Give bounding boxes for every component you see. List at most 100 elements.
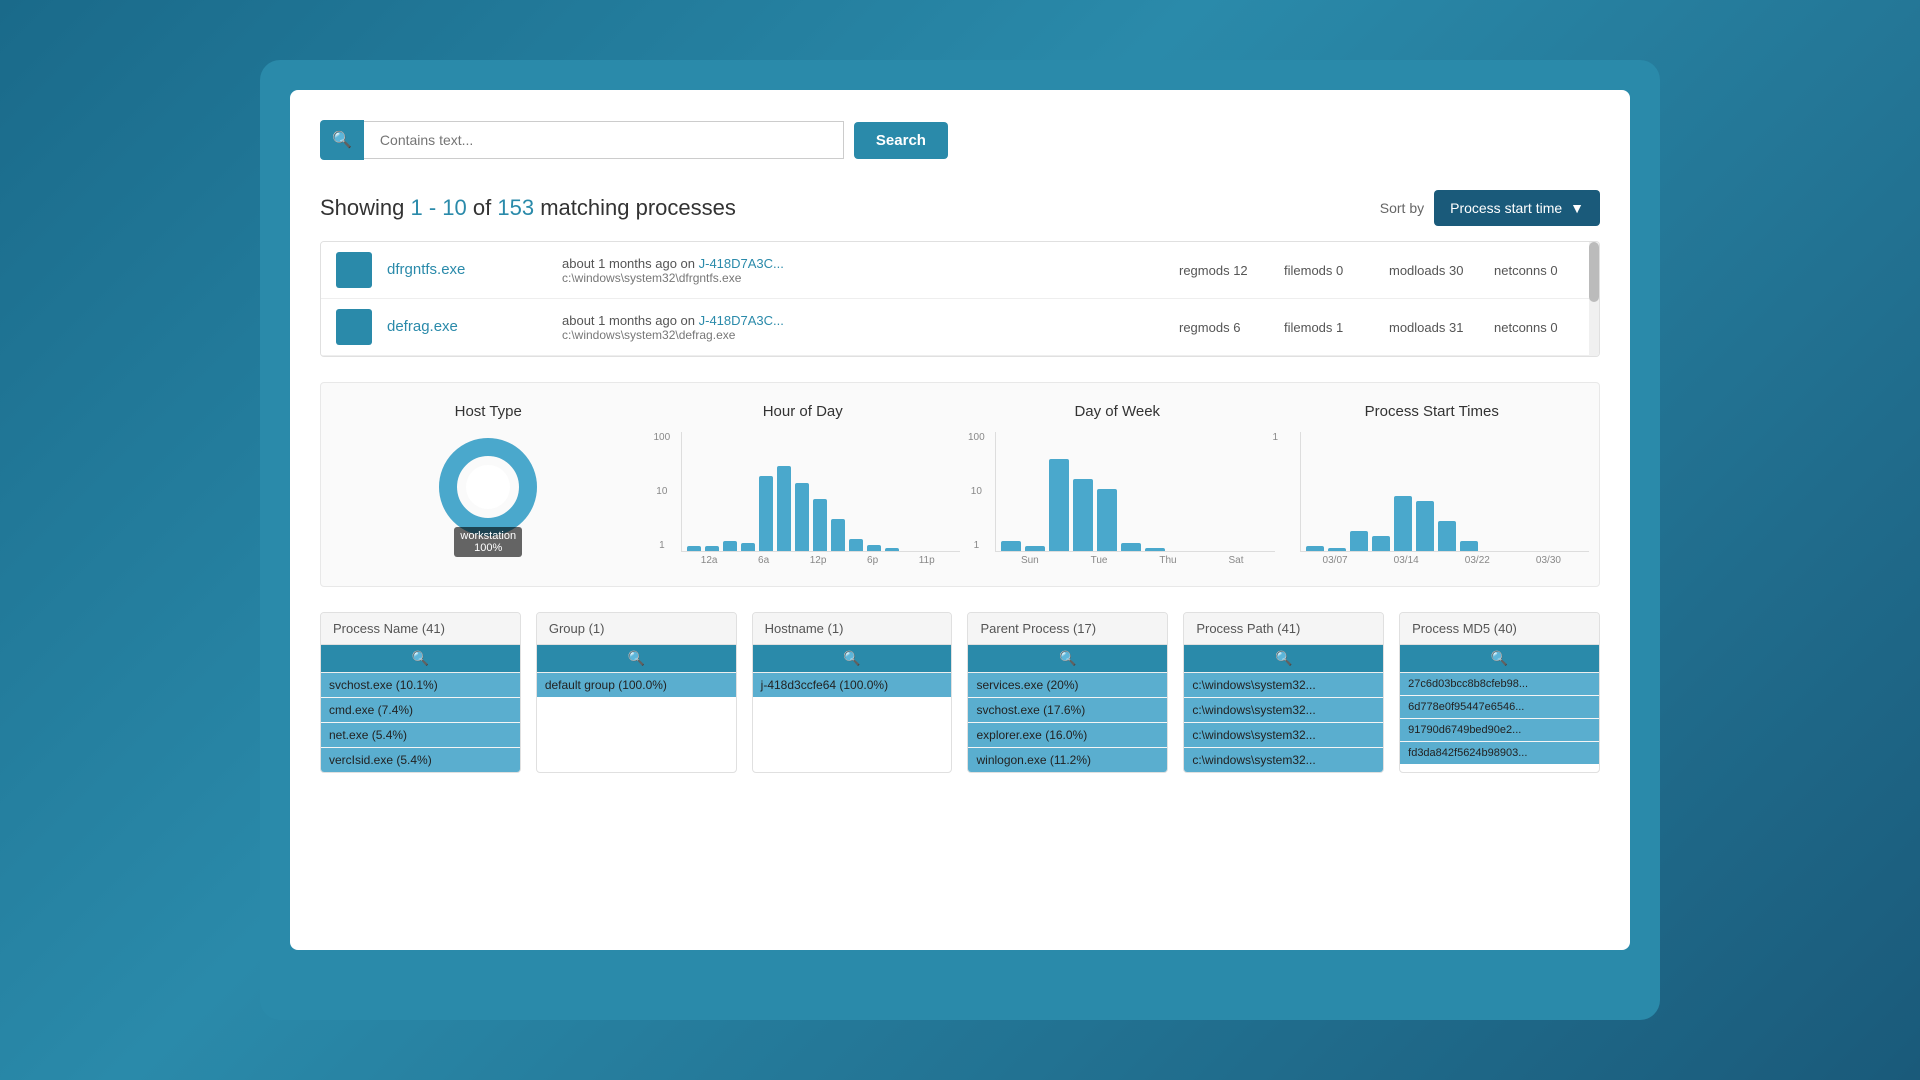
table-row[interactable]: dfrgntfs.exe about 1 months ago on J-418…: [321, 242, 1599, 299]
day-of-week-bar-inner: 100101: [995, 432, 1275, 552]
process-time: about 1 months ago on J-418D7A3C...: [562, 256, 1164, 271]
results-range: 1 - 10: [411, 195, 467, 220]
filter-item[interactable]: svchost.exe (17.6%): [968, 698, 1167, 723]
parent-process-items: services.exe (20%) svchost.exe (17.6%) e…: [968, 673, 1167, 772]
group-search[interactable]: 🔍: [537, 645, 736, 673]
netconns-stat: netconns 0: [1494, 320, 1584, 335]
filter-search-icon: 🔍: [412, 650, 429, 667]
bar: [723, 541, 737, 551]
host-link[interactable]: J-418D7A3C...: [699, 256, 784, 271]
of-label: of: [473, 195, 491, 220]
filter-item[interactable]: j-418d3ccfe64 (100.0%): [753, 673, 952, 697]
filter-item[interactable]: winlogon.exe (11.2%): [968, 748, 1167, 772]
results-count: 153: [497, 195, 534, 220]
search-button[interactable]: Search: [854, 122, 948, 159]
hour-x-labels: 12a6a12p6p11p: [646, 552, 961, 566]
pst-bar-inner: 1: [1300, 432, 1590, 552]
process-start-times-title: Process Start Times: [1275, 403, 1590, 420]
hour-of-day-bar-inner: 100101: [681, 432, 961, 552]
bar: [795, 483, 809, 551]
search-input[interactable]: [364, 121, 844, 159]
filter-item[interactable]: c:\windows\system32...: [1184, 748, 1383, 772]
pst-bars: 1 03/0703/1403/220: [1275, 432, 1590, 566]
results-suffix: matching processes: [540, 195, 736, 220]
scrollbar-thumb[interactable]: [1589, 242, 1599, 302]
sort-dropdown[interactable]: Process start time ▼: [1434, 190, 1600, 226]
process-name-header: Process Name (41): [321, 613, 520, 645]
hostname-header: Hostname (1): [753, 613, 952, 645]
process-name-link[interactable]: dfrgntfs.exe: [387, 261, 465, 278]
bar: [687, 546, 701, 551]
filter-item[interactable]: explorer.exe (16.0%): [968, 723, 1167, 748]
filter-item[interactable]: 27c6d03bcc8b8cfeb98...: [1400, 673, 1599, 696]
netconns-stat: netconns 0: [1494, 263, 1584, 278]
pst-x-labels: 03/0703/1403/2203/30: [1275, 552, 1590, 566]
filter-item[interactable]: c:\windows\system32...: [1184, 698, 1383, 723]
process-path: c:\windows\system32\dfrgntfs.exe: [562, 271, 1164, 285]
parent-process-header: Parent Process (17): [968, 613, 1167, 645]
bar: [1121, 543, 1141, 551]
bar: [849, 539, 863, 551]
hour-y-labels: 100101: [654, 432, 671, 551]
filter-item[interactable]: cmd.exe (7.4%): [321, 698, 520, 723]
bar: [1001, 541, 1021, 551]
process-md5-search[interactable]: 🔍: [1400, 645, 1599, 673]
filters-section: Process Name (41) 🔍 svchost.exe (10.1%) …: [320, 612, 1600, 773]
filter-item[interactable]: services.exe (20%): [968, 673, 1167, 698]
filter-item[interactable]: 6d778e0f95447e6546...: [1400, 696, 1599, 719]
bar: [813, 499, 827, 551]
regmods-stat: regmods 6: [1179, 320, 1269, 335]
filter-item[interactable]: 91790d6749bed90e2...: [1400, 719, 1599, 742]
scrollbar-track[interactable]: [1589, 242, 1599, 356]
process-name-col: defrag.exe: [387, 318, 547, 336]
filter-item[interactable]: vercIsid.exe (5.4%): [321, 748, 520, 772]
bar: [705, 546, 719, 551]
filter-item[interactable]: net.exe (5.4%): [321, 723, 520, 748]
table-row[interactable]: defrag.exe about 1 months ago on J-418D7…: [321, 299, 1599, 356]
donut-label: workstation100%: [454, 527, 522, 557]
bar: [1306, 546, 1324, 551]
filter-item[interactable]: default group (100.0%): [537, 673, 736, 697]
bar: [1328, 548, 1346, 551]
hostname-items: j-418d3ccfe64 (100.0%): [753, 673, 952, 697]
process-table: dfrgntfs.exe about 1 months ago on J-418…: [320, 241, 1600, 357]
process-time: about 1 months ago on J-418D7A3C...: [562, 313, 1164, 328]
filter-search-icon: 🔍: [1275, 650, 1292, 667]
process-color-indicator: [336, 252, 372, 288]
modloads-stat: modloads 31: [1389, 320, 1479, 335]
bar: [777, 466, 791, 551]
filter-search-icon: 🔍: [1491, 650, 1508, 667]
bar: [867, 545, 881, 551]
bar: [1372, 536, 1390, 551]
results-header: Showing 1 - 10 of 153 matching processes…: [320, 190, 1600, 226]
filter-item[interactable]: fd3da842f5624b98903...: [1400, 742, 1599, 764]
pst-y-labels: 1: [1273, 432, 1279, 551]
filter-item[interactable]: svchost.exe (10.1%): [321, 673, 520, 698]
modloads-stat: modloads 30: [1389, 263, 1479, 278]
process-start-times-chart: Process Start Times 1: [1275, 403, 1590, 566]
day-x-labels: SunTueThuSat: [960, 552, 1275, 566]
process-name-link[interactable]: defrag.exe: [387, 318, 458, 335]
bar: [1025, 546, 1045, 551]
parent-process-search[interactable]: 🔍: [968, 645, 1167, 673]
filter-item[interactable]: c:\windows\system32...: [1184, 673, 1383, 698]
sort-value: Process start time: [1450, 200, 1562, 216]
donut-wrapper: workstation100%: [331, 432, 646, 557]
process-path-search[interactable]: 🔍: [1184, 645, 1383, 673]
search-icon-button[interactable]: 🔍: [320, 120, 364, 160]
filemods-stat: filemods 0: [1284, 263, 1374, 278]
process-md5-filter: Process MD5 (40) 🔍 27c6d03bcc8b8cfeb98..…: [1399, 612, 1600, 773]
day-y-labels: 100101: [968, 432, 985, 551]
hour-of-day-bars: 100101: [646, 432, 961, 566]
hour-of-day-chart: Hour of Day 100101: [646, 403, 961, 566]
filter-item[interactable]: c:\windows\system32...: [1184, 723, 1383, 748]
process-name-search[interactable]: 🔍: [321, 645, 520, 673]
process-path-filter: Process Path (41) 🔍 c:\windows\system32.…: [1183, 612, 1384, 773]
hour-of-day-title: Hour of Day: [646, 403, 961, 420]
parent-process-filter: Parent Process (17) 🔍 services.exe (20%)…: [967, 612, 1168, 773]
host-link[interactable]: J-418D7A3C...: [699, 313, 784, 328]
process-name-items: svchost.exe (10.1%) cmd.exe (7.4%) net.e…: [321, 673, 520, 772]
hostname-search[interactable]: 🔍: [753, 645, 952, 673]
bar: [885, 548, 899, 551]
bar: [1460, 541, 1478, 551]
